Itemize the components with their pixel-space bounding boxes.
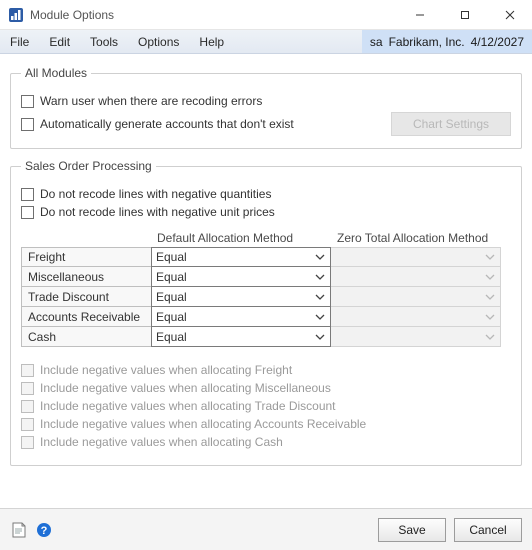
status-date: 4/12/2027 — [471, 35, 524, 49]
app-icon — [8, 7, 24, 23]
default-alloc-combo[interactable]: Equal — [151, 266, 331, 287]
checkbox-include-negative — [21, 364, 34, 377]
client-area: All Modules Warn user when there are rec… — [0, 54, 532, 466]
svg-text:?: ? — [41, 525, 48, 537]
cancel-button[interactable]: Cancel — [454, 518, 522, 542]
default-alloc-combo[interactable]: Equal — [151, 306, 331, 327]
footer: ? Save Cancel — [0, 508, 532, 550]
menu-tools[interactable]: Tools — [80, 30, 128, 53]
combo-value: Equal — [156, 330, 187, 344]
header-default-alloc: Default Allocation Method — [151, 231, 331, 245]
chevron-down-icon — [312, 249, 328, 265]
help-icon[interactable]: ? — [36, 522, 52, 538]
zero-alloc-combo — [331, 266, 501, 287]
menu-file[interactable]: File — [0, 30, 39, 53]
alloc-row: Miscellaneous Equal — [21, 267, 511, 287]
alloc-row-label: Cash — [21, 326, 151, 347]
chevron-down-icon — [482, 309, 498, 325]
zero-alloc-combo — [331, 306, 501, 327]
label-include-negative: Include negative values when allocating … — [40, 363, 292, 377]
checkbox-include-negative — [21, 418, 34, 431]
menu-edit[interactable]: Edit — [39, 30, 80, 53]
chevron-down-icon — [482, 289, 498, 305]
minimize-button[interactable] — [397, 0, 442, 30]
chevron-down-icon — [312, 269, 328, 285]
chevron-down-icon — [482, 269, 498, 285]
include-block: Include negative values when allocating … — [21, 363, 511, 449]
chevron-down-icon — [482, 329, 498, 345]
label-include-negative: Include negative values when allocating … — [40, 399, 336, 413]
group-sop-legend: Sales Order Processing — [21, 159, 156, 173]
label-neg-qty: Do not recode lines with negative quanti… — [40, 187, 271, 201]
group-all-modules: All Modules Warn user when there are rec… — [10, 66, 522, 149]
alloc-row-label: Accounts Receivable — [21, 306, 151, 327]
combo-value: Equal — [156, 270, 187, 284]
label-include-negative: Include negative values when allocating … — [40, 435, 283, 449]
chart-settings-button: Chart Settings — [391, 112, 511, 136]
alloc-row: Cash Equal — [21, 327, 511, 347]
checkbox-neg-price[interactable] — [21, 206, 34, 219]
header-zero-alloc: Zero Total Allocation Method — [331, 231, 501, 245]
zero-alloc-combo — [331, 286, 501, 307]
default-alloc-combo[interactable]: Equal — [151, 247, 331, 267]
checkbox-warn-recoding[interactable] — [21, 95, 34, 108]
group-all-modules-legend: All Modules — [21, 66, 91, 80]
status-bar: sa Fabrikam, Inc. 4/12/2027 — [362, 30, 532, 53]
chevron-down-icon — [312, 329, 328, 345]
combo-value: Equal — [156, 290, 187, 304]
note-icon[interactable] — [10, 521, 28, 539]
checkbox-include-negative — [21, 382, 34, 395]
alloc-row: Freight Equal — [21, 247, 511, 267]
window-title: Module Options — [30, 8, 114, 22]
maximize-button[interactable] — [442, 0, 487, 30]
label-include-negative: Include negative values when allocating … — [40, 417, 366, 431]
titlebar: Module Options — [0, 0, 532, 30]
chevron-down-icon — [312, 289, 328, 305]
close-button[interactable] — [487, 0, 532, 30]
checkbox-neg-qty[interactable] — [21, 188, 34, 201]
checkbox-include-negative — [21, 400, 34, 413]
save-button[interactable]: Save — [378, 518, 446, 542]
alloc-row-label: Miscellaneous — [21, 266, 151, 287]
group-sop: Sales Order Processing Do not recode lin… — [10, 159, 522, 466]
window-controls — [397, 0, 532, 30]
zero-alloc-combo — [331, 247, 501, 267]
alloc-row-label: Trade Discount — [21, 286, 151, 307]
allocation-table: Default Allocation Method Zero Total All… — [21, 231, 511, 347]
default-alloc-combo[interactable]: Equal — [151, 326, 331, 347]
checkbox-include-negative — [21, 436, 34, 449]
chevron-down-icon — [482, 249, 498, 265]
label-neg-price: Do not recode lines with negative unit p… — [40, 205, 275, 219]
default-alloc-combo[interactable]: Equal — [151, 286, 331, 307]
checkbox-autogen-accounts[interactable] — [21, 118, 34, 131]
status-user: sa — [370, 35, 383, 49]
chevron-down-icon — [312, 309, 328, 325]
combo-value: Equal — [156, 250, 187, 264]
menu-options[interactable]: Options — [128, 30, 189, 53]
alloc-row-label: Freight — [21, 247, 151, 267]
alloc-row: Accounts Receivable Equal — [21, 307, 511, 327]
menubar: File Edit Tools Options Help sa Fabrikam… — [0, 30, 532, 54]
menu-help[interactable]: Help — [189, 30, 234, 53]
zero-alloc-combo — [331, 326, 501, 347]
combo-value: Equal — [156, 310, 187, 324]
alloc-row: Trade Discount Equal — [21, 287, 511, 307]
label-include-negative: Include negative values when allocating … — [40, 381, 331, 395]
label-warn-recoding: Warn user when there are recoding errors — [40, 94, 262, 108]
label-autogen-accounts: Automatically generate accounts that don… — [40, 117, 294, 131]
status-company: Fabrikam, Inc. — [389, 35, 465, 49]
